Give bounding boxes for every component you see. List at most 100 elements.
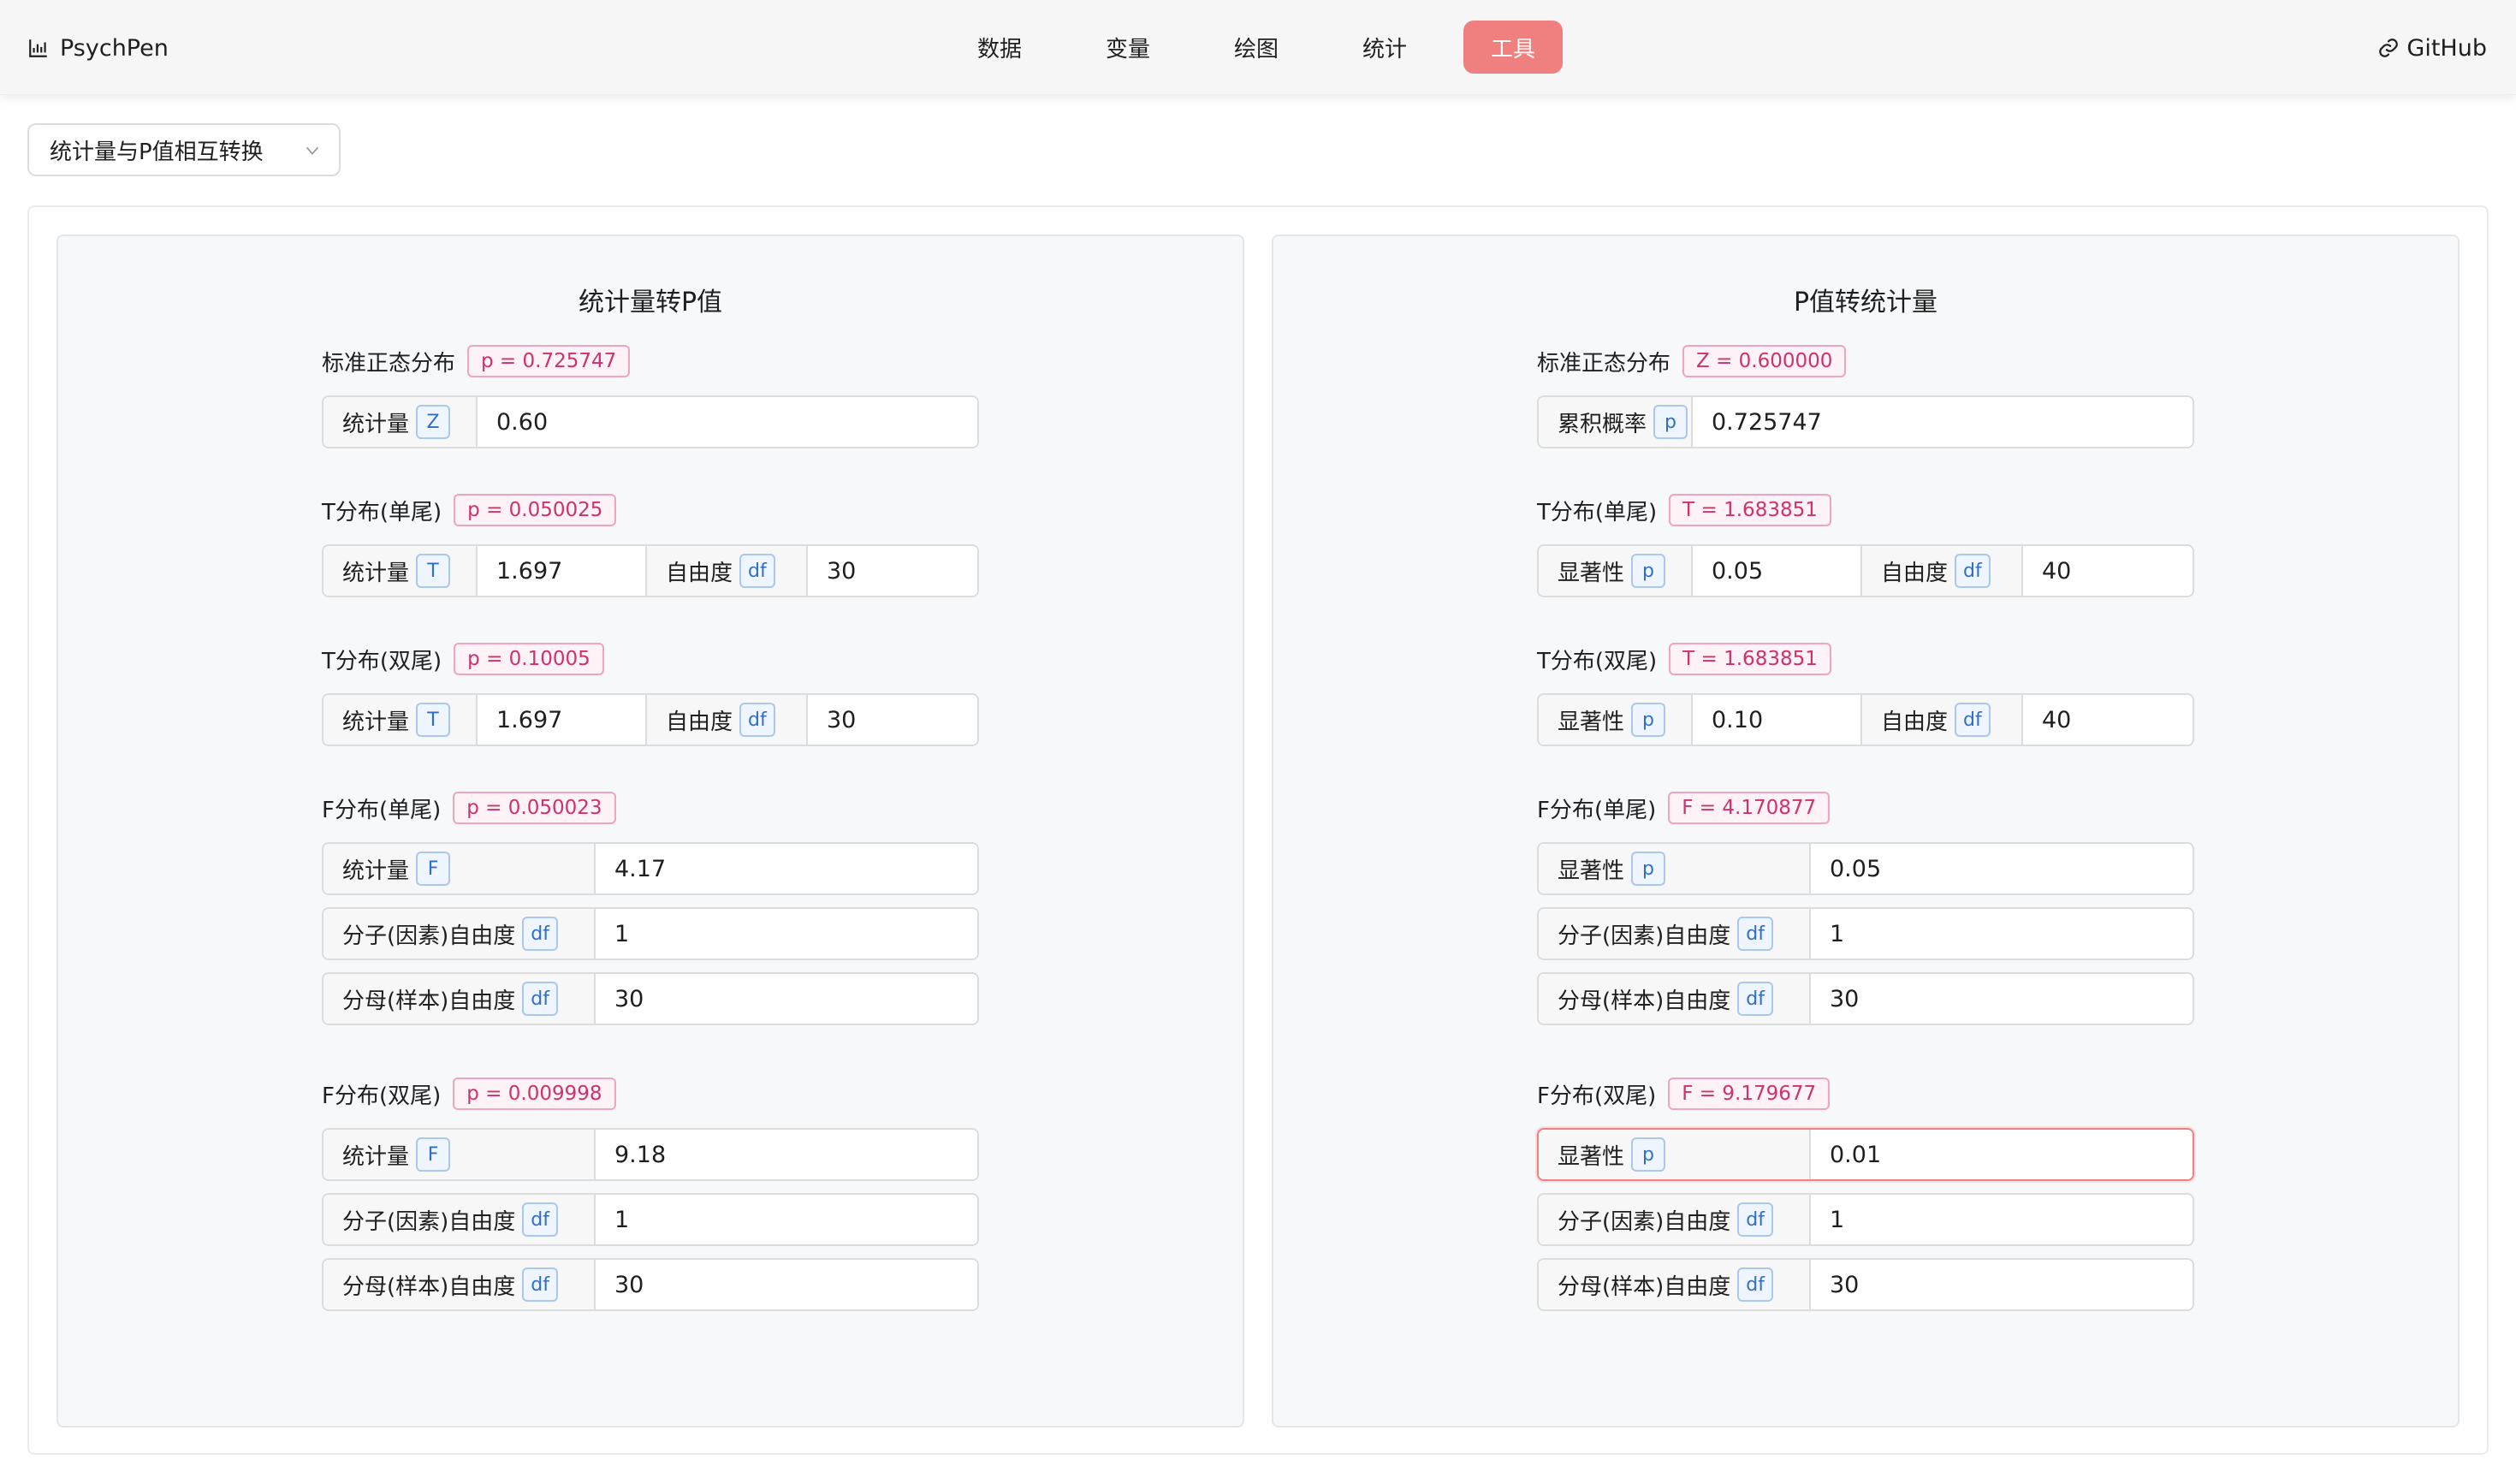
denominator-df-row: 分母(样本)自由度 df: [322, 972, 979, 1025]
result-badge: F = 9.179677: [1668, 1077, 1831, 1110]
numerator-df-row: 分子(因素)自由度 df: [1537, 1193, 2194, 1246]
df-tag: df: [739, 554, 775, 588]
bar-chart-icon: [29, 39, 47, 57]
normal-section: 标准正态分布 Z = 0.600000 累积概率 p: [1537, 342, 2194, 448]
df-tag: df: [1737, 917, 1774, 951]
section-label: T分布(单尾): [322, 499, 442, 525]
df-label: 自由度 df: [1860, 695, 2023, 745]
f-statistic-input[interactable]: [596, 844, 977, 893]
numerator-df-input[interactable]: [596, 1195, 977, 1244]
section-label: T分布(双尾): [1537, 648, 1658, 674]
field-label: 统计量 T: [323, 546, 478, 596]
df-input[interactable]: [2023, 546, 2193, 596]
cumulative-probability-input[interactable]: [1693, 397, 2193, 447]
main-nav: 数据 变量 绘图 统计 工具: [950, 21, 1563, 74]
tool-select[interactable]: 统计量与P值相互转换: [27, 123, 341, 176]
numerator-df-input[interactable]: [1811, 909, 2193, 959]
df-tag: df: [1737, 1202, 1774, 1237]
denominator-df-input[interactable]: [1811, 974, 2193, 1024]
statistic-row: 统计量T 自由度df: [322, 693, 979, 746]
numerator-df-row: 分子(因素)自由度 df: [322, 1193, 979, 1246]
significance-input[interactable]: [1811, 1130, 2193, 1179]
chevron-down-icon: [306, 146, 319, 156]
result-badge: p = 0.10005: [454, 643, 604, 675]
field-label: 分子(因素)自由度 df: [1539, 1195, 1811, 1244]
df-label: 自由度 df: [645, 546, 808, 596]
df-tag: df: [1737, 1267, 1774, 1302]
numerator-df-input[interactable]: [1811, 1195, 2193, 1244]
f-statistic-input[interactable]: [596, 1130, 977, 1179]
nav-item-variables[interactable]: 变量: [1078, 21, 1178, 74]
statistic-row: 统计量 F: [322, 1128, 979, 1181]
result-badge: p = 0.725747: [467, 345, 631, 377]
denominator-df-input[interactable]: [1811, 1260, 2193, 1309]
field-label: 分子(因素)自由度 df: [323, 909, 596, 959]
denominator-df-input[interactable]: [596, 974, 977, 1024]
nav-item-statistics[interactable]: 统计: [1335, 21, 1434, 74]
numerator-df-input[interactable]: [596, 909, 977, 959]
top-nav-bar: PsychPen 数据 变量 绘图 统计 工具 GitHub: [0, 0, 2516, 95]
significance-row: 显著性p 自由度df: [1537, 693, 2194, 746]
t-one-tailed-section: T分布(单尾) T = 1.683851 显著性p 自由度df: [1537, 491, 2194, 597]
section-label: F分布(双尾): [322, 1083, 442, 1109]
significance-row: 显著性p 自由度df: [1537, 544, 2194, 597]
significance-row: 显著性 p: [1537, 1128, 2194, 1181]
significance-input[interactable]: [1693, 695, 1860, 745]
field-label: 统计量 Z: [323, 397, 478, 447]
df-tag: df: [739, 703, 775, 737]
t-two-tailed-section: T分布(双尾) T = 1.683851 显著性p 自由度df: [1537, 640, 2194, 746]
panel-title: 统计量转P值: [578, 288, 723, 318]
field-label: 分母(样本)自由度 df: [323, 1260, 596, 1309]
normal-section: 标准正态分布 p = 0.725747 统计量 Z: [322, 342, 979, 448]
github-label: GitHub: [2406, 34, 2487, 62]
result-badge: p = 0.050025: [454, 494, 617, 526]
result-badge: Z = 0.600000: [1682, 345, 1847, 377]
statistic-row: 统计量T 自由度df: [322, 544, 979, 597]
field-label: 统计量 T: [323, 695, 478, 745]
field-label: 显著性 p: [1539, 1130, 1811, 1179]
significance-input[interactable]: [1811, 844, 2193, 893]
section-label: 标准正态分布: [322, 350, 456, 377]
p-to-stat-panel: P值转统计量 标准正态分布 Z = 0.600000 累积概率p T分布(单尾)…: [1272, 234, 2460, 1428]
field-tag: p: [1631, 1137, 1666, 1172]
f-one-tailed-section: F分布(单尾) p = 0.050023 统计量F 分子(因素)自由度df 分母…: [322, 789, 979, 1025]
field-tag: p: [1653, 405, 1688, 439]
nav-item-tools[interactable]: 工具: [1463, 21, 1563, 74]
field-label: 分母(样本)自由度 df: [1539, 974, 1811, 1024]
nav-item-plot[interactable]: 绘图: [1207, 21, 1306, 74]
statistic-row: 统计量 Z: [322, 395, 979, 448]
t-one-tailed-section: T分布(单尾) p = 0.050025 统计量T 自由度df: [322, 491, 979, 597]
df-tag: df: [1955, 703, 1991, 737]
t-two-tailed-section: T分布(双尾) p = 0.10005 统计量T 自由度df: [322, 640, 979, 746]
t-statistic-input[interactable]: [478, 695, 645, 745]
field-tag: F: [416, 852, 451, 886]
section-label: T分布(双尾): [322, 648, 442, 674]
github-link[interactable]: GitHub: [2377, 29, 2487, 67]
section-label: 标准正态分布: [1537, 350, 1671, 377]
f-one-tailed-section: F分布(单尾) F = 4.170877 显著性p 分子(因素)自由度df 分母…: [1537, 789, 2194, 1025]
significance-input[interactable]: [1693, 546, 1860, 596]
df-label: 自由度 df: [645, 695, 808, 745]
field-label: 统计量 F: [323, 1130, 596, 1179]
z-statistic-input[interactable]: [478, 397, 977, 447]
field-label: 分母(样本)自由度 df: [323, 974, 596, 1024]
tool-select-value: 统计量与P值相互转换: [50, 139, 264, 165]
numerator-df-row: 分子(因素)自由度 df: [1537, 907, 2194, 960]
field-label: 显著性 p: [1539, 844, 1811, 893]
df-label: 自由度 df: [1860, 546, 2023, 596]
brand[interactable]: PsychPen: [27, 29, 169, 67]
field-label: 分子(因素)自由度 df: [1539, 909, 1811, 959]
brand-name: PsychPen: [60, 34, 169, 62]
result-badge: p = 0.050023: [453, 792, 616, 824]
df-input[interactable]: [808, 695, 977, 745]
t-statistic-input[interactable]: [478, 546, 645, 596]
denominator-df-row: 分母(样本)自由度 df: [1537, 972, 2194, 1025]
df-input[interactable]: [808, 546, 977, 596]
nav-item-data[interactable]: 数据: [950, 21, 1049, 74]
probability-row: 累积概率 p: [1537, 395, 2194, 448]
result-badge: F = 4.170877: [1668, 792, 1831, 824]
section-label: F分布(双尾): [1537, 1083, 1657, 1109]
field-tag: F: [416, 1137, 451, 1172]
df-input[interactable]: [2023, 695, 2193, 745]
denominator-df-input[interactable]: [596, 1260, 977, 1309]
